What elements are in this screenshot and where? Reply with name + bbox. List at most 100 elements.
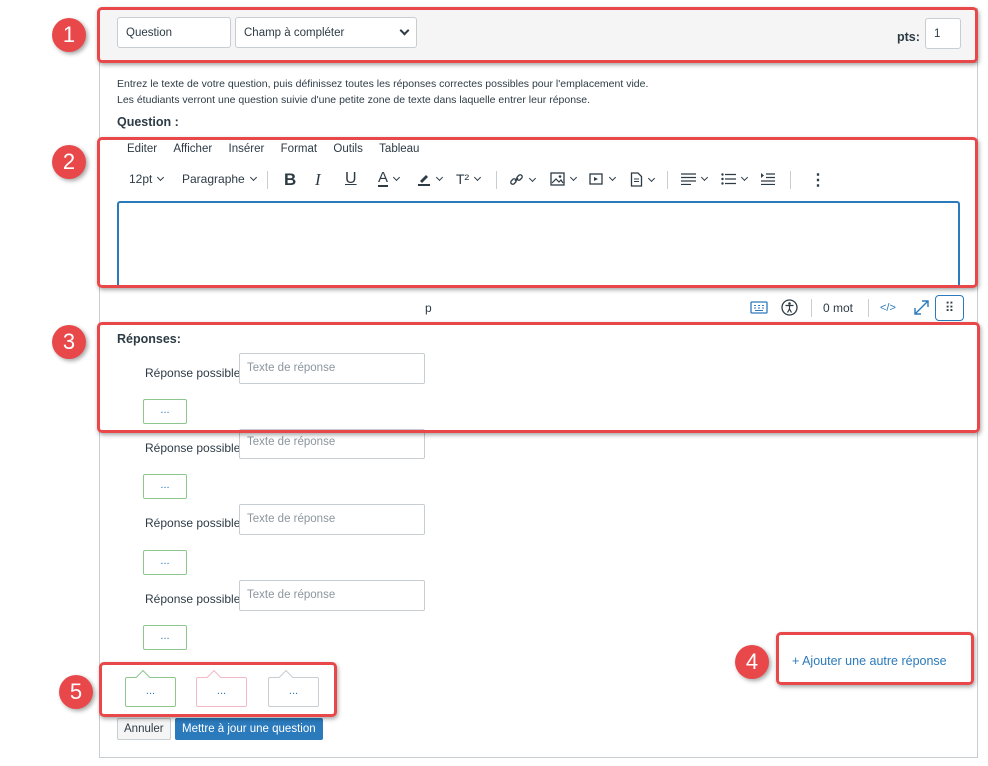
answer-comment-button[interactable]: ...: [143, 625, 187, 650]
menu-insert[interactable]: Insérer: [229, 143, 265, 155]
bold-button[interactable]: B: [284, 170, 296, 190]
html-editor-toggle[interactable]: </>: [880, 302, 896, 314]
points-value: 1: [934, 27, 941, 40]
indent-button[interactable]: [761, 173, 775, 185]
comment-dots: ...: [160, 630, 170, 642]
accessibility-icon: [781, 299, 798, 316]
list-button[interactable]: [721, 173, 749, 185]
update-question-button[interactable]: Mettre à jour une question: [175, 718, 323, 740]
menu-tools[interactable]: Outils: [333, 143, 362, 155]
question-name-value: Question: [126, 26, 173, 39]
chevron-down-icon: [740, 173, 749, 182]
text-color-button[interactable]: A: [378, 170, 401, 187]
chevron-down-icon: [569, 173, 578, 182]
menu-format[interactable]: Format: [281, 143, 317, 155]
underline-button[interactable]: U: [345, 170, 357, 188]
points-input[interactable]: 1: [925, 18, 961, 49]
link-button[interactable]: [509, 172, 537, 187]
superscript-button[interactable]: T²: [456, 171, 482, 187]
bullet-list-icon: [721, 173, 736, 185]
question-name-input[interactable]: Question: [117, 17, 231, 48]
correct-comment-button[interactable]: ...: [125, 669, 176, 707]
chevron-down-icon: [399, 25, 410, 36]
align-left-icon: [681, 173, 696, 185]
chevron-down-icon: [157, 173, 165, 182]
resize-handle[interactable]: ⠿: [935, 295, 964, 321]
add-answer-link[interactable]: + Ajouter une autre réponse: [792, 654, 947, 668]
answer-comment-button[interactable]: ...: [143, 474, 187, 499]
callout-number: 1: [62, 22, 76, 47]
drag-handle-icon: ⠿: [944, 300, 955, 315]
keyboard-shortcuts-button[interactable]: [750, 301, 768, 317]
chevron-down-icon: [700, 173, 709, 182]
menu-table[interactable]: Tableau: [379, 143, 419, 155]
keyboard-icon: [750, 301, 768, 314]
answer-input[interactable]: Texte de réponse: [239, 504, 425, 535]
italic-button[interactable]: I: [315, 170, 321, 190]
chevron-down-icon: [474, 173, 482, 182]
more-options-button[interactable]: ⋮: [810, 170, 826, 190]
cancel-label: Annuler: [124, 723, 164, 735]
answer-placeholder: Texte de réponse: [247, 436, 336, 448]
comment-dots: ...: [216, 685, 227, 697]
document-icon: [630, 172, 643, 187]
points-label: pts:: [897, 30, 920, 44]
comment-dots: ...: [288, 685, 299, 697]
question-type-value: Champ à compléter: [244, 26, 345, 39]
callout-3: 3: [52, 325, 86, 359]
underline-icon: U: [345, 170, 357, 187]
incorrect-comment-button[interactable]: ...: [196, 669, 247, 707]
answer-placeholder: Texte de réponse: [247, 589, 336, 601]
more-vertical-icon: ⋮: [810, 172, 826, 189]
chevron-down-icon: [528, 174, 537, 182]
fullscreen-button[interactable]: [913, 299, 930, 319]
highlighter-icon: [418, 175, 430, 186]
callout-number: 4: [745, 649, 759, 674]
callout-4: 4: [735, 645, 769, 679]
cancel-button[interactable]: Annuler: [117, 718, 171, 740]
chevron-down-icon: [435, 173, 444, 182]
question-editor-panel: [99, 8, 978, 758]
answer-comment-button[interactable]: ...: [143, 399, 187, 424]
callout-number: 3: [62, 329, 76, 354]
toolbar-divider: [267, 171, 268, 189]
superscript-icon: T²: [456, 171, 470, 187]
toolbar-divider: [667, 171, 668, 189]
element-path: p: [425, 301, 432, 315]
menu-view[interactable]: Afficher: [173, 143, 212, 155]
indent-icon: [761, 173, 775, 185]
answer-input[interactable]: Texte de réponse: [239, 580, 425, 611]
comment-dots: ...: [160, 555, 170, 567]
editor-menubar: Editer Afficher Insérer Format Outils Ta…: [127, 141, 432, 155]
media-button[interactable]: [589, 172, 617, 186]
question-label: Question :: [117, 115, 179, 129]
image-button[interactable]: [550, 172, 578, 186]
answer-label: Réponse possible:: [145, 516, 244, 530]
comment-dots: ...: [160, 479, 170, 491]
question-type-select[interactable]: Champ à compléter: [235, 17, 417, 48]
question-text-editor[interactable]: [117, 201, 960, 286]
image-icon: [550, 172, 565, 186]
answer-input[interactable]: Texte de réponse: [239, 353, 425, 384]
highlight-color-button[interactable]: [417, 172, 444, 186]
paragraph-dropdown[interactable]: Paragraphe: [182, 172, 257, 186]
answer-input[interactable]: Texte de réponse: [239, 429, 425, 459]
answer-comment-button[interactable]: ...: [143, 550, 187, 575]
document-button[interactable]: [630, 172, 656, 187]
instructions-line-2: Les étudiants verront une question suivi…: [117, 94, 591, 106]
neutral-comment-button[interactable]: ...: [268, 669, 319, 707]
chevron-down-icon: [608, 173, 617, 182]
instructions-line-1: Entrez le texte de votre question, puis …: [117, 78, 649, 90]
chevron-down-icon: [392, 173, 401, 181]
answer-label: Réponse possible:: [145, 366, 244, 380]
align-button[interactable]: [681, 173, 709, 185]
font-size-dropdown[interactable]: 12pt: [129, 172, 165, 186]
menu-edit[interactable]: Editer: [127, 143, 157, 155]
accessibility-checker-button[interactable]: [781, 299, 798, 319]
comment-dots: ...: [160, 404, 170, 416]
paragraph-value: Paragraphe: [182, 172, 245, 186]
callout-5: 5: [59, 675, 93, 709]
chevron-down-icon: [249, 173, 257, 182]
callout-1: 1: [52, 18, 86, 52]
expand-icon: [914, 300, 929, 315]
